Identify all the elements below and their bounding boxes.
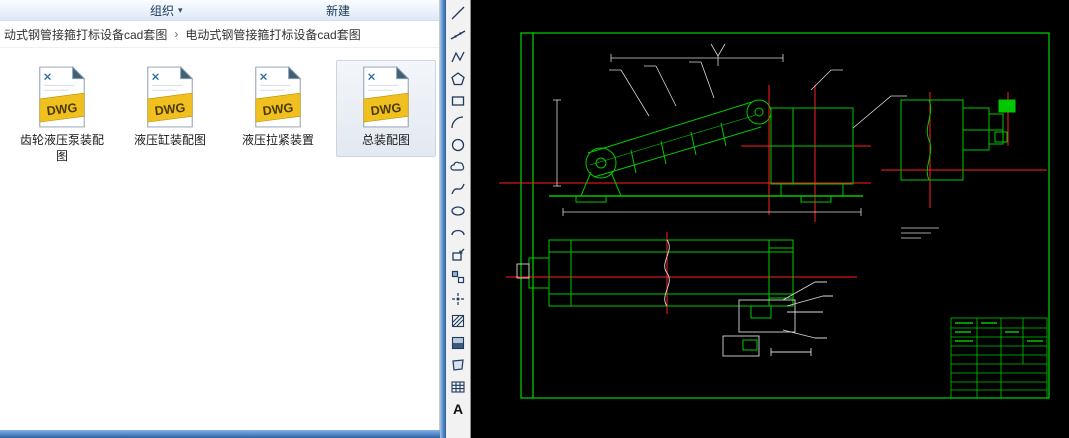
mtext-label: A (452, 401, 464, 417)
dwg-file-icon: DWG (255, 66, 302, 128)
rectangle-icon[interactable] (447, 90, 469, 112)
gradient-icon[interactable] (447, 332, 469, 354)
file-list: DWG 齿轮液压泵装配图 DWG 液压缸装配图 DWG 液压拉紧装置 DWG 总… (0, 48, 439, 438)
dwg-file-icon: DWG (147, 66, 194, 128)
hatch-icon[interactable] (447, 310, 469, 332)
window-bottom-border (0, 430, 440, 438)
ellipse-icon[interactable] (447, 200, 469, 222)
new-button[interactable]: 新建 (318, 0, 358, 21)
dwg-file-icon: DWG (39, 66, 86, 128)
explorer-window: 组织 ▾ 新建 动式钢管接箍打标设备cad套图 › 电动式钢管接箍打标设备cad… (0, 0, 440, 438)
sheet-frame (520, 32, 1050, 399)
table-icon[interactable] (447, 376, 469, 398)
desktop: 组织 ▾ 新建 动式钢管接箍打标设备cad套图 › 电动式钢管接箍打标设备cad… (0, 0, 1069, 438)
breadcrumb: 动式钢管接箍打标设备cad套图 › 电动式钢管接箍打标设备cad套图 (0, 21, 439, 48)
cad-draw-toolbar: A (446, 0, 471, 438)
organize-button[interactable]: 组织 ▾ (142, 0, 191, 21)
polygon-icon[interactable] (447, 68, 469, 90)
file-item[interactable]: DWG 液压缸装配图 (120, 60, 220, 157)
breadcrumb-separator-icon: › (174, 27, 179, 41)
organize-label: 组织 (150, 4, 175, 18)
chevron-down-icon: ▾ (178, 5, 183, 15)
file-name: 齿轮液压泵装配图 (19, 133, 104, 163)
arc-icon[interactable] (447, 112, 469, 134)
breadcrumb-segment-2[interactable]: 电动式钢管接箍打标设备cad套图 (183, 24, 362, 45)
construction-line-icon[interactable] (447, 24, 469, 46)
top-view (528, 239, 794, 307)
revcloud-icon[interactable] (447, 156, 469, 178)
region-icon[interactable] (447, 354, 469, 376)
dwg-file-icon: DWG (363, 66, 410, 128)
spline-icon[interactable] (447, 178, 469, 200)
cad-drawing (499, 32, 1050, 399)
mtext-icon[interactable]: A (447, 398, 469, 420)
new-label: 新建 (326, 4, 351, 18)
polyline-icon[interactable] (447, 46, 469, 68)
file-item[interactable]: DWG 液压拉紧装置 (228, 60, 328, 157)
centerlines (499, 85, 1047, 314)
point-icon[interactable] (447, 288, 469, 310)
end-view (900, 99, 1016, 181)
dimension-lines (553, 43, 939, 239)
ellipse-arc-icon[interactable] (447, 222, 469, 244)
explorer-command-bar: 组织 ▾ 新建 (0, 0, 439, 21)
make-block-icon[interactable] (447, 266, 469, 288)
cad-canvas[interactable] (471, 0, 1069, 438)
file-name: 液压缸装配图 (133, 133, 206, 147)
file-item-selected[interactable]: DWG 总装配图 (336, 60, 436, 157)
file-item[interactable]: DWG 齿轮液压泵装配图 (12, 60, 112, 172)
file-name: 液压拉紧装置 (241, 133, 314, 147)
side-view (549, 99, 863, 203)
file-name: 总装配图 (361, 133, 410, 147)
breadcrumb-segment-1[interactable]: 动式钢管接箍打标设备cad套图 (2, 24, 169, 45)
insert-block-icon[interactable] (447, 244, 469, 266)
title-block (950, 317, 1048, 399)
line-icon[interactable] (447, 2, 469, 24)
circle-icon[interactable] (447, 134, 469, 156)
